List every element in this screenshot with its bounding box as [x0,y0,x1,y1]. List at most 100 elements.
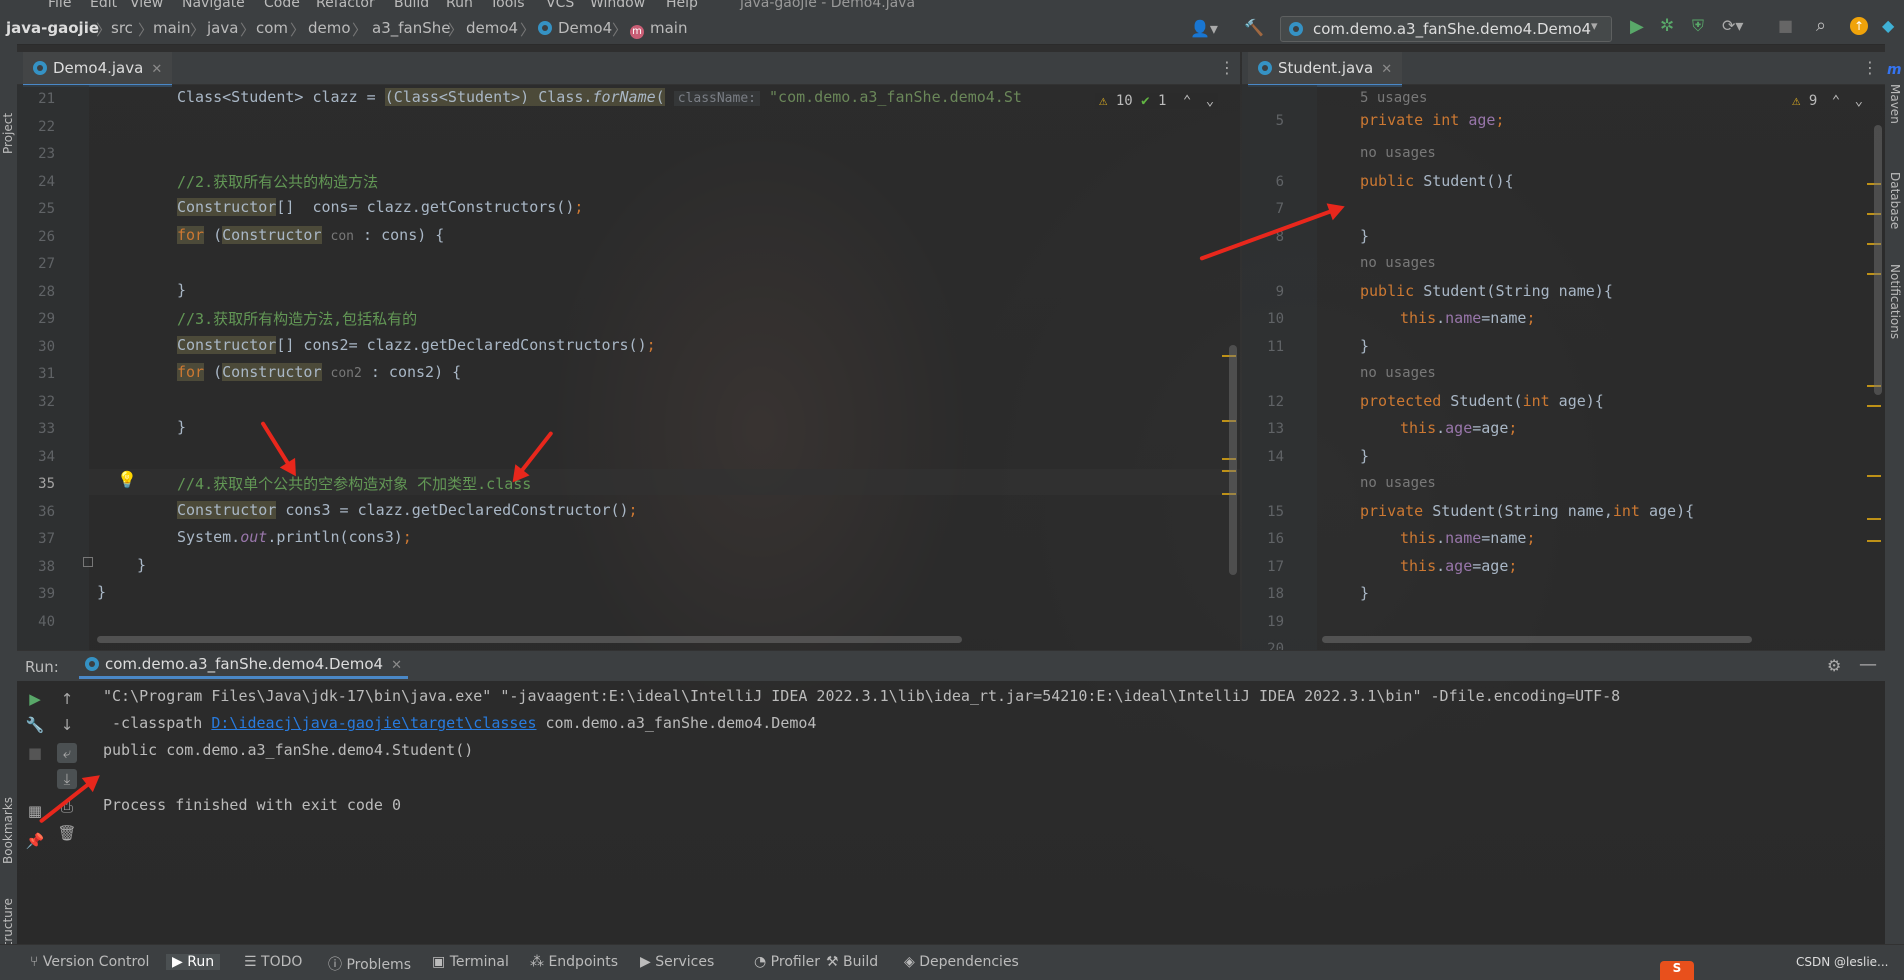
debug-icon[interactable]: ✲ [1660,16,1674,36]
update-icon[interactable]: ↑ [1850,17,1868,35]
usage-hint[interactable]: 5 usages [1360,90,1427,106]
right-code-editor[interactable]: 5 usages 5 private int age; no usages 6 … [1242,85,1885,650]
build-hammer-icon[interactable]: 🔨 [1244,18,1264,37]
classpath-link[interactable]: D:\ideacj\java-gaojie\target\classes [211,714,536,732]
tool-terminal[interactable]: ▣ Terminal [432,954,509,970]
breadcrumb-project[interactable]: java-gaojie [6,19,99,37]
bookmarks-tool-button[interactable]: Bookmarks [1,797,15,864]
stop-icon[interactable]: ■ [1778,16,1793,35]
usage-hint[interactable]: no usages [1360,145,1436,161]
tab-label: Demo4.java [53,59,144,77]
breadcrumb-src[interactable]: src [111,19,133,37]
scroll-to-end-icon[interactable]: ⤓ [57,769,77,789]
previous-highlight-icon[interactable]: ⌃ [1183,93,1191,109]
breadcrumb-demo[interactable]: demo [308,19,351,37]
tool-dependencies[interactable]: ◈ Dependencies [904,954,1019,970]
menu-file[interactable]: File [48,0,71,10]
error-stripe-mark[interactable] [1867,405,1881,407]
error-stripe-mark[interactable] [1867,540,1881,542]
plugin-icon[interactable]: ◆ [1882,16,1894,35]
minimize-icon[interactable]: — [1859,654,1877,675]
stop-icon[interactable]: ■ [25,743,45,763]
inspection-widget[interactable]: ⚠ 10 ✔ 1 ⌃ ⌄ [1095,93,1219,109]
tool-problems[interactable]: ⓘ Problems [328,954,411,974]
next-highlight-icon[interactable]: ⌄ [1206,93,1214,109]
gear-icon[interactable]: ⚙ [1827,656,1841,675]
breadcrumb-main[interactable]: main [153,19,190,37]
rerun-icon[interactable]: ▶ [25,689,45,709]
tool-todo[interactable]: ☰ TODO [244,954,302,970]
menu-tools[interactable]: Tools [490,0,525,10]
line-number: 35 [38,476,55,492]
coverage-icon[interactable]: ⛨ [1692,16,1704,36]
tool-services[interactable]: ▶ Services [640,954,714,970]
horizontal-scrollbar[interactable] [1322,636,1752,643]
menu-help[interactable]: Help [666,0,698,10]
tool-label: Profiler [770,954,820,970]
horizontal-scrollbar[interactable] [97,636,962,643]
wrench-icon[interactable]: 🔧 [25,715,45,735]
breadcrumb-com[interactable]: com [256,19,288,37]
breadcrumb-java[interactable]: java [207,19,238,37]
vertical-scrollbar[interactable] [1874,125,1882,395]
usage-hint[interactable]: no usages [1360,255,1436,271]
tab-student-java[interactable]: Student.java ✕ [1248,52,1403,87]
menu-navigate[interactable]: Navigate [182,0,245,10]
tab-label: Student.java [1278,59,1374,77]
error-stripe-mark[interactable] [1867,518,1881,520]
fold-icon[interactable] [83,557,93,567]
next-highlight-icon[interactable]: ⌄ [1855,93,1863,109]
list-icon: ☰ [244,954,262,970]
menu-run[interactable]: Run [446,0,473,10]
user-icon[interactable]: 👤▾ [1190,19,1218,38]
inspection-widget[interactable]: ⚠ 9 ⌃ ⌄ [1792,93,1863,109]
breadcrumb-method-main[interactable]: m main [630,19,687,39]
usage-hint[interactable]: no usages [1360,475,1436,491]
breadcrumb-a3-fanshe[interactable]: a3_fanShe [372,19,450,37]
breadcrumb-class-demo4[interactable]: Demo4 [538,19,612,37]
pin-icon[interactable]: 📌 [25,831,45,851]
run-icon: ▶ [172,954,188,970]
soft-wrap-icon[interactable]: ⤶ [57,743,77,763]
database-tool-button[interactable]: Database [1888,172,1902,229]
run-configuration-select[interactable]: com.demo.a3_fanShe.demo4.Demo4 ▾ [1280,16,1612,42]
tool-version-control[interactable]: ⑂ Version Control [30,954,149,970]
error-stripe-mark[interactable] [1867,475,1881,477]
maven-tool-button[interactable]: Maven [1888,84,1902,124]
previous-highlight-icon[interactable]: ⌃ [1832,93,1840,109]
scroll-up-icon[interactable]: ↑ [57,689,77,709]
run-tab[interactable]: com.demo.a3_fanShe.demo4.Demo4 ✕ [79,655,408,679]
more-tabs-icon[interactable]: ⋮ [1862,58,1878,77]
notifications-tool-button[interactable]: Notifications [1888,264,1902,339]
tool-label: TODO [261,954,303,970]
tool-endpoints[interactable]: ⁂ Endpoints [530,954,618,970]
left-code-editor[interactable]: 21 22 23 24 25 26 27 28 29 30 31 32 33 3… [17,85,1240,650]
menu-edit[interactable]: Edit [90,0,117,10]
breadcrumb-separator: 〉 [448,21,464,39]
breadcrumb-demo4[interactable]: demo4 [466,19,518,37]
lightbulb-icon[interactable]: 💡 [117,470,137,489]
tool-build[interactable]: ⚒ Build [826,954,878,970]
close-icon[interactable]: ✕ [1381,62,1392,77]
vertical-scrollbar[interactable] [1229,345,1237,575]
menu-refactor[interactable]: Refactor [316,0,375,10]
close-icon[interactable]: ✕ [391,658,402,673]
scroll-down-icon[interactable]: ↓ [57,715,77,735]
run-icon[interactable]: ▶ [1630,16,1644,37]
more-tabs-icon[interactable]: ⋮ [1219,58,1235,77]
project-tool-button[interactable]: Project [1,113,15,154]
menu-vcs[interactable]: VCS [546,0,574,10]
usage-hint[interactable]: no usages [1360,365,1436,381]
menu-build[interactable]: Build [394,0,429,10]
menu-code[interactable]: Code [264,0,300,10]
tab-demo4-java[interactable]: Demo4.java ✕ [23,52,173,87]
trash-icon[interactable]: 🗑 [57,823,77,843]
close-icon[interactable]: ✕ [151,62,162,77]
profile-icon[interactable]: ⟳▾ [1722,16,1743,35]
menu-window[interactable]: Window [590,0,645,10]
tool-profiler[interactable]: ◔ Profiler [754,954,820,970]
tool-run[interactable]: ▶ Run [166,954,221,970]
tool-label: Dependencies [919,954,1019,970]
menu-view[interactable]: View [130,0,163,10]
search-icon[interactable]: ⌕ [1816,15,1826,36]
